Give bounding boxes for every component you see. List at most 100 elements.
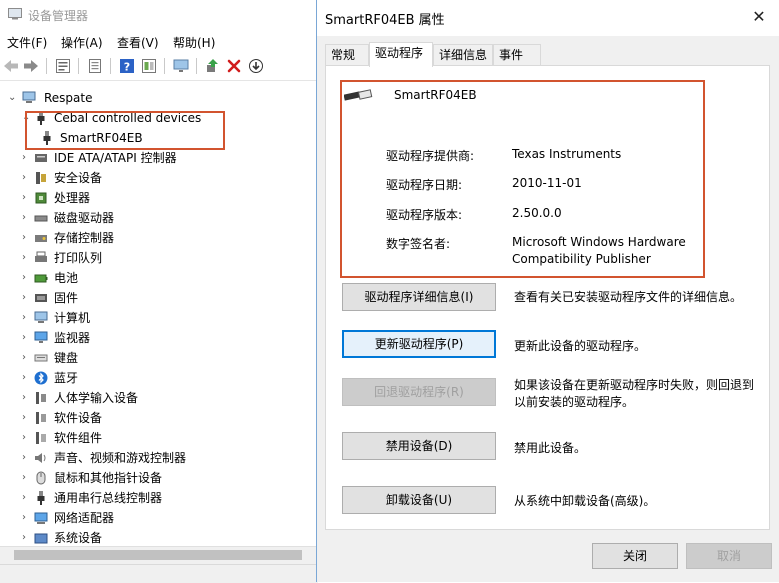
chevron-right-icon[interactable]: › xyxy=(22,468,32,488)
chevron-right-icon[interactable]: › xyxy=(22,308,32,328)
tree-item-label: IDE ATA/ATAPI 控制器 xyxy=(54,151,177,165)
tree-item-label: 软件设备 xyxy=(54,411,103,425)
chevron-right-icon[interactable]: › xyxy=(22,428,32,448)
help-icon[interactable]: ? xyxy=(118,57,136,75)
driver-tab-panel: SmartRF04EB 驱动程序提供商: Texas Instruments 驱… xyxy=(325,65,770,530)
date-label: 驱动程序日期: xyxy=(386,178,463,192)
computer-icon xyxy=(34,311,48,323)
tree-item-label: 鼠标和其他指针设备 xyxy=(54,471,163,485)
tab-details[interactable]: 详细信息 xyxy=(433,44,493,65)
chevron-right-icon[interactable]: › xyxy=(22,488,32,508)
network-adapter-icon xyxy=(34,512,48,524)
back-arrow-icon[interactable] xyxy=(2,57,20,75)
software-device-icon xyxy=(36,412,46,424)
tree-item-label: 磁盘驱动器 xyxy=(54,211,115,225)
uninstall-device-desc: 从系统中卸载设备(高级)。 xyxy=(514,494,656,508)
speaker-icon xyxy=(35,453,46,463)
monitor-icon[interactable] xyxy=(172,57,190,75)
tree-item-label: 通用串行总线控制器 xyxy=(54,491,163,505)
storage-controller-icon xyxy=(35,235,47,242)
chevron-right-icon[interactable]: › xyxy=(22,208,32,228)
cancel-button[interactable]: 取消 xyxy=(686,543,772,569)
signer-label: 数字签名者: xyxy=(386,237,451,251)
tree-item-label: Cebal controlled devices xyxy=(54,111,202,125)
chevron-right-icon[interactable]: › xyxy=(22,268,32,288)
tree-item-label: 键盘 xyxy=(54,351,79,365)
view-icon[interactable] xyxy=(140,57,158,75)
menu-help[interactable]: 帮助(H) xyxy=(173,34,215,51)
chevron-right-icon[interactable]: › xyxy=(22,248,32,268)
tab-general[interactable]: 常规 xyxy=(325,44,369,65)
usb-plug-icon xyxy=(344,89,373,101)
rollback-driver-desc: 如果该设备在更新驱动程序时失败，则回退到以前安装的驱动程序。 xyxy=(514,378,755,409)
device-name: SmartRF04EB xyxy=(394,88,477,102)
tree-item-label: 人体学输入设备 xyxy=(54,391,139,405)
chevron-right-icon[interactable]: › xyxy=(22,388,32,408)
device-manager-title: 设备管理器 xyxy=(28,9,89,23)
update-driver-button[interactable]: 更新驱动程序(P) xyxy=(342,330,496,358)
tree-item-label: 声音、视频和游戏控制器 xyxy=(54,451,187,465)
provider-value: Texas Instruments xyxy=(512,147,622,161)
chevron-right-icon[interactable]: › xyxy=(22,528,32,546)
date-value: 2010-11-01 xyxy=(512,176,582,190)
mouse-icon xyxy=(36,471,46,485)
usb-plug-icon xyxy=(37,491,45,505)
chevron-right-icon[interactable]: › xyxy=(22,288,32,308)
chevron-down-icon[interactable]: ⌄ xyxy=(22,108,32,128)
uninstall-x-icon[interactable] xyxy=(225,57,243,75)
show-hidden-icon[interactable] xyxy=(86,57,104,75)
disable-device-desc: 禁用此设备。 xyxy=(514,441,587,455)
chevron-down-icon[interactable]: ⌄ xyxy=(8,88,18,108)
chevron-right-icon[interactable]: › xyxy=(22,228,32,248)
menu-view[interactable]: 查看(V) xyxy=(117,34,159,51)
chevron-right-icon[interactable]: › xyxy=(22,148,32,168)
chevron-right-icon[interactable]: › xyxy=(22,188,32,208)
disable-device-button[interactable]: 禁用设备(D) xyxy=(342,432,496,460)
download-icon[interactable] xyxy=(247,57,265,75)
forward-arrow-icon[interactable] xyxy=(22,57,40,75)
keyboard-icon xyxy=(34,354,48,362)
disk-drive-icon xyxy=(34,215,48,222)
close-button[interactable]: 关闭 xyxy=(592,543,678,569)
tree-item-label: 计算机 xyxy=(54,311,91,325)
signer-value-line2: Compatibility Publisher xyxy=(512,252,651,266)
chevron-right-icon[interactable]: › xyxy=(22,448,32,468)
driver-details-button[interactable]: 驱动程序详细信息(I) xyxy=(342,283,496,311)
scrollbar-thumb[interactable] xyxy=(14,550,302,560)
driver-details-desc: 查看有关已安装驱动程序文件的详细信息。 xyxy=(514,290,743,304)
security-device-icon xyxy=(36,172,46,184)
tree-item-label: 处理器 xyxy=(54,191,91,205)
dialog-titlebar: SmartRF04EB 属性 ✕ xyxy=(317,0,779,36)
status-bar xyxy=(0,564,318,583)
rollback-driver-button[interactable]: 回退驱动程序(R) xyxy=(342,378,496,406)
menu-file[interactable]: 文件(F) xyxy=(7,34,47,51)
chevron-right-icon[interactable]: › xyxy=(22,408,32,428)
bluetooth-icon xyxy=(34,371,48,385)
uninstall-device-button[interactable]: 卸载设备(U) xyxy=(342,486,496,514)
properties-icon[interactable] xyxy=(54,57,72,75)
chevron-right-icon[interactable]: › xyxy=(22,508,32,528)
tree-item-label: 蓝牙 xyxy=(54,371,79,385)
svg-text:?: ? xyxy=(124,61,130,74)
battery-icon xyxy=(34,274,48,283)
close-icon[interactable]: ✕ xyxy=(748,6,770,28)
tree-item-label: 系统设备 xyxy=(54,531,103,545)
update-driver-icon[interactable] xyxy=(203,57,221,75)
tab-driver[interactable]: 驱动程序 xyxy=(369,42,433,67)
device-tree: ⌄ Respate ⌄ Cebal controlled devices Smart… xyxy=(0,86,318,546)
chevron-right-icon[interactable]: › xyxy=(22,348,32,368)
toolbar: ? xyxy=(0,54,318,81)
usb-plug-icon xyxy=(37,111,45,125)
horizontal-scrollbar[interactable] xyxy=(0,546,318,564)
chevron-right-icon[interactable]: › xyxy=(22,328,32,348)
chevron-right-icon[interactable]: › xyxy=(22,168,32,188)
tab-events[interactable]: 事件 xyxy=(493,44,541,65)
chevron-right-icon[interactable]: › xyxy=(22,368,32,388)
menu-action[interactable]: 操作(A) xyxy=(61,34,103,51)
system-device-icon xyxy=(34,533,48,544)
hid-icon xyxy=(36,392,46,404)
usb-plug-icon xyxy=(43,131,51,145)
tree-item-label: 安全设备 xyxy=(54,171,103,185)
computer-icon xyxy=(22,91,36,103)
tree-item-label: 存储控制器 xyxy=(54,231,115,245)
